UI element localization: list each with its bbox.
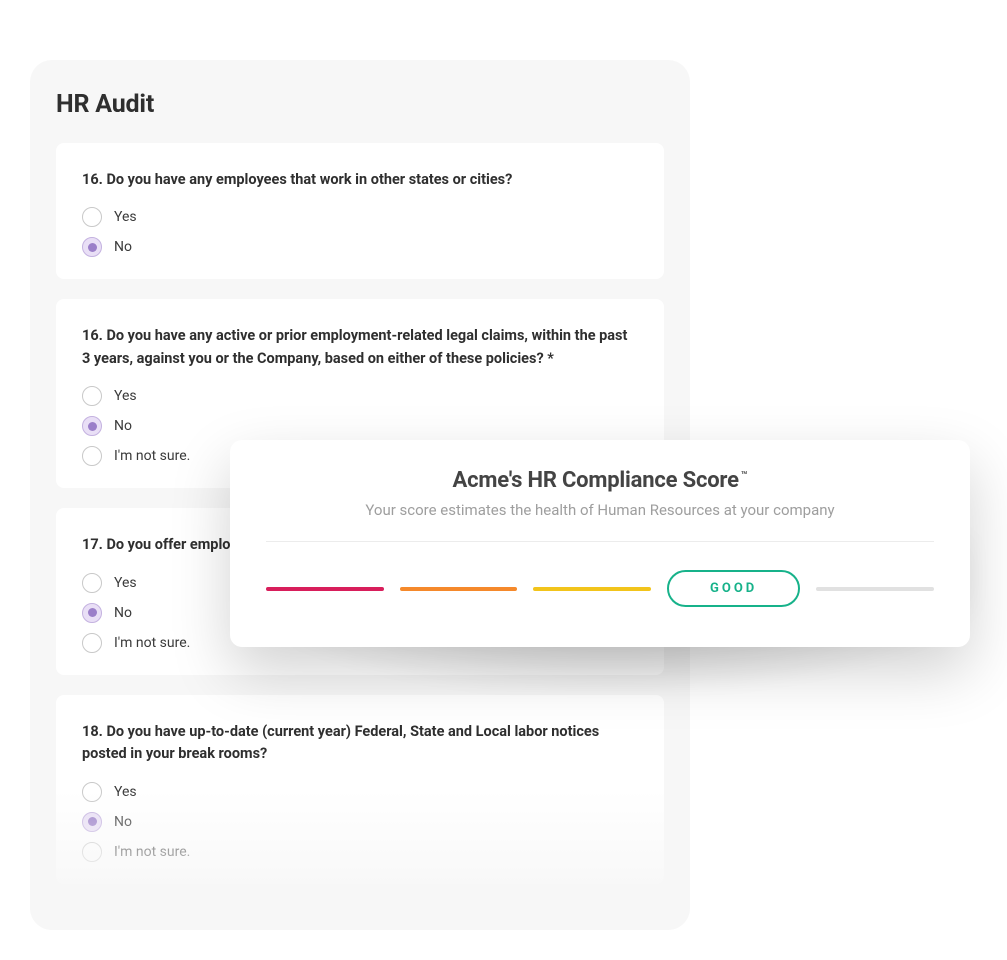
question-text: 16. Do you have any employees that work … xyxy=(82,169,638,191)
option-label: Yes xyxy=(114,575,137,591)
radio-icon[interactable] xyxy=(82,782,102,802)
radio-icon[interactable] xyxy=(82,207,102,227)
question-text: 18. Do you have up-to-date (current year… xyxy=(82,721,638,766)
radio-option[interactable]: Yes xyxy=(82,207,638,227)
option-label: No xyxy=(114,814,132,830)
score-segment-fair xyxy=(400,587,518,591)
radio-icon[interactable] xyxy=(82,633,102,653)
score-title-text: Acme's HR Compliance Score xyxy=(453,468,739,493)
radio-option[interactable]: Yes xyxy=(82,386,638,406)
option-label: Yes xyxy=(114,784,137,800)
radio-icon[interactable] xyxy=(82,812,102,832)
question-text: 16. Do you have any active or prior empl… xyxy=(82,325,638,370)
option-label: I'm not sure. xyxy=(114,448,190,464)
option-label: No xyxy=(114,605,132,621)
radio-option[interactable]: No xyxy=(82,237,638,257)
radio-icon[interactable] xyxy=(82,416,102,436)
page-title: HR Audit xyxy=(56,90,664,119)
radio-icon[interactable] xyxy=(82,842,102,862)
score-bar: GOOD xyxy=(266,570,934,607)
options-group: Yes No I'm not sure. xyxy=(82,782,638,862)
option-label: No xyxy=(114,239,132,255)
radio-option[interactable]: No xyxy=(82,812,638,832)
options-group: Yes No xyxy=(82,207,638,257)
score-segment-poor xyxy=(266,587,384,591)
option-label: No xyxy=(114,418,132,434)
radio-option[interactable]: Yes xyxy=(82,782,638,802)
score-segment-ok xyxy=(533,587,651,591)
score-divider xyxy=(266,541,934,542)
radio-icon[interactable] xyxy=(82,603,102,623)
radio-icon[interactable] xyxy=(82,446,102,466)
score-title: Acme's HR Compliance Score™ xyxy=(266,468,934,493)
option-label: I'm not sure. xyxy=(114,844,190,860)
trademark-symbol: ™ xyxy=(741,469,748,482)
option-label: I'm not sure. xyxy=(114,635,190,651)
radio-icon[interactable] xyxy=(82,237,102,257)
question-card: 18. Do you have up-to-date (current year… xyxy=(56,695,664,884)
score-card: Acme's HR Compliance Score™ Your score e… xyxy=(230,440,970,647)
question-card: 16. Do you have any employees that work … xyxy=(56,143,664,279)
radio-icon[interactable] xyxy=(82,386,102,406)
option-label: Yes xyxy=(114,209,137,225)
radio-icon[interactable] xyxy=(82,573,102,593)
option-label: Yes xyxy=(114,388,137,404)
score-segment-excellent xyxy=(816,587,934,591)
radio-option[interactable]: I'm not sure. xyxy=(82,842,638,862)
score-segment-good: GOOD xyxy=(667,570,800,607)
radio-option[interactable]: No xyxy=(82,416,638,436)
score-subtitle: Your score estimates the health of Human… xyxy=(266,501,934,519)
